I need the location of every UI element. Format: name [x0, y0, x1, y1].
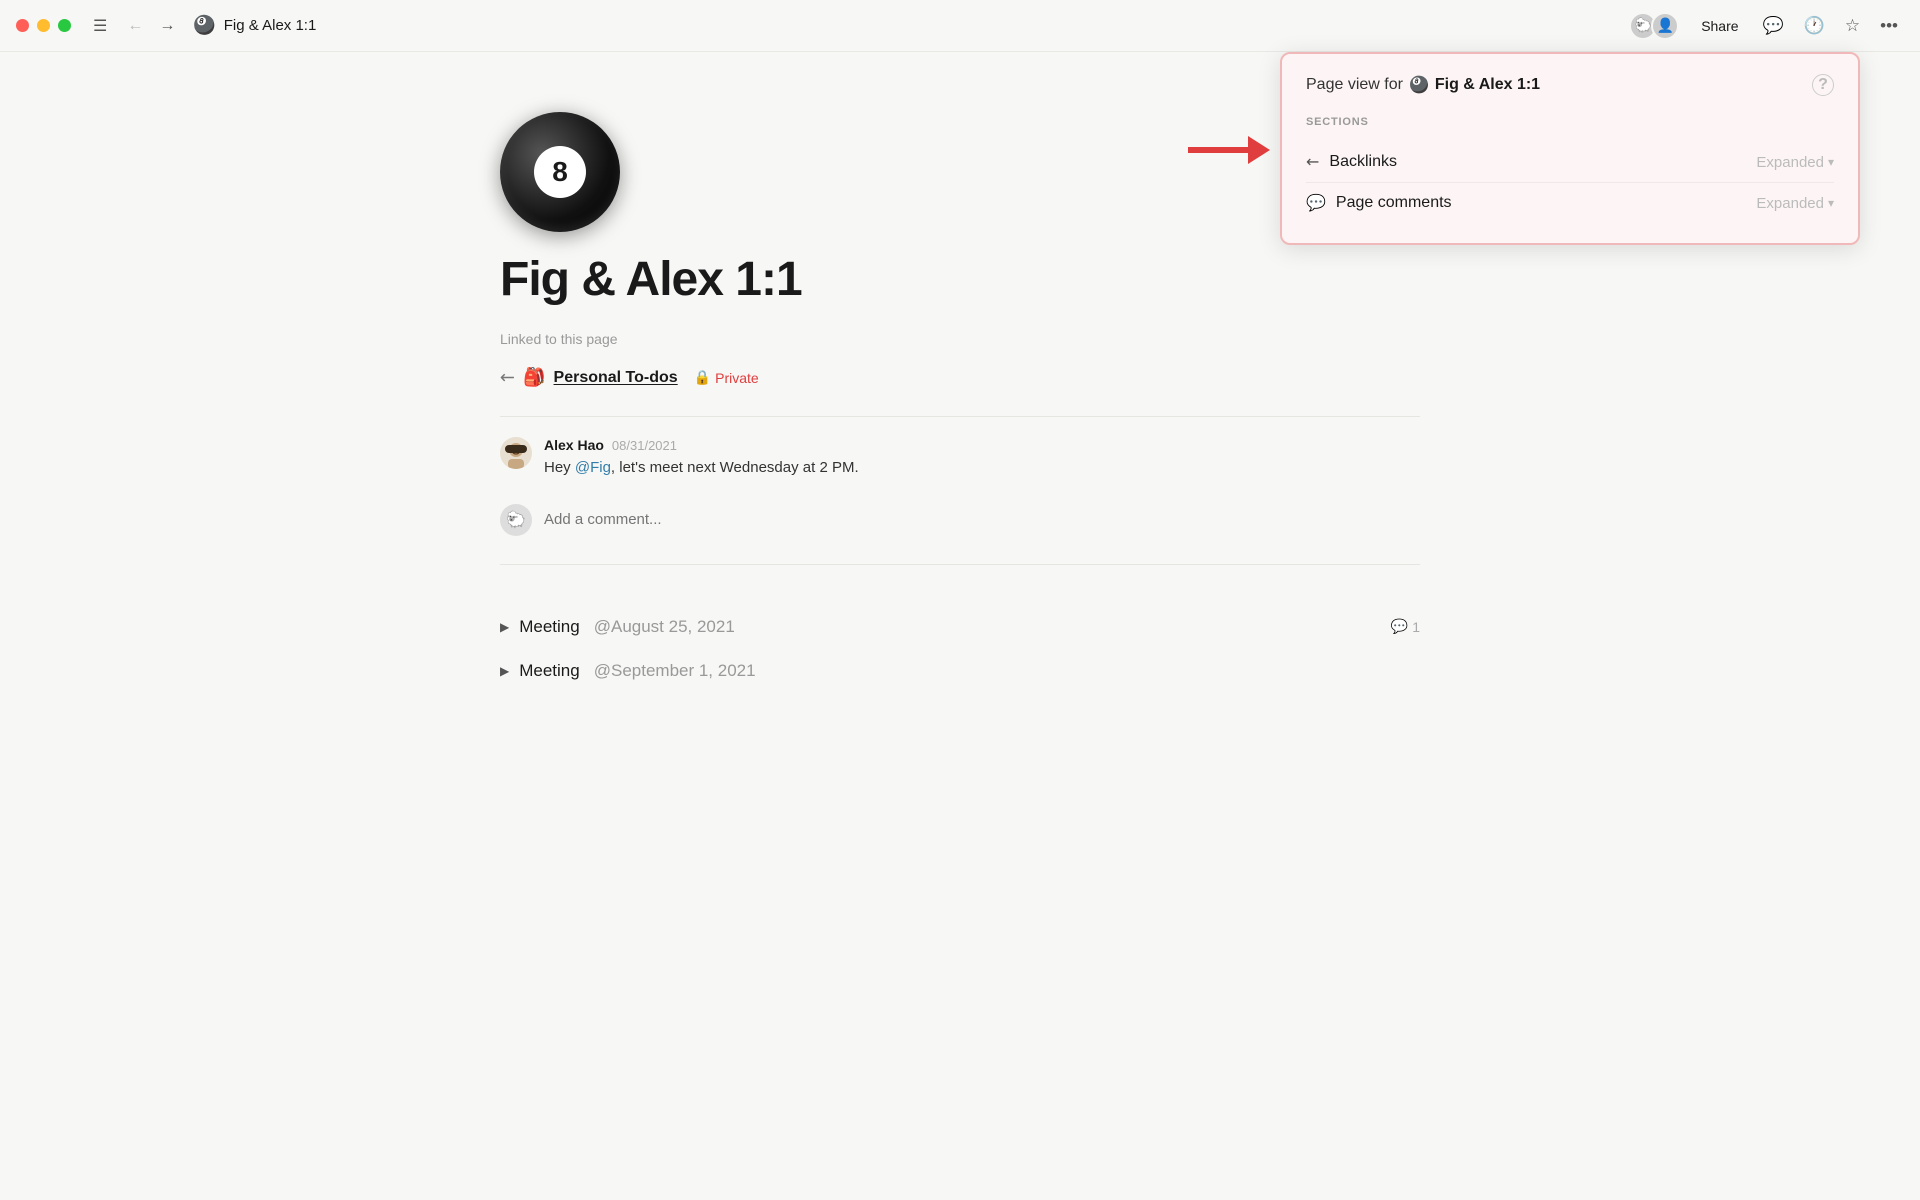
- meeting-item-1[interactable]: ▶ Meeting @August 25, 2021 💬 1: [500, 605, 1420, 649]
- billiard-circle: 8: [534, 146, 586, 198]
- meeting-left-1: ▶ Meeting @August 25, 2021: [500, 617, 735, 637]
- backlinks-state-selector[interactable]: Expanded ▾: [1756, 154, 1834, 171]
- add-comment-input[interactable]: [544, 511, 1420, 528]
- popover-title: Page view for 🎱 Fig & Alex 1:1: [1306, 75, 1540, 95]
- popover-page-name: Fig & Alex 1:1: [1435, 76, 1540, 94]
- minimize-button[interactable]: [37, 19, 50, 32]
- linked-items: ↗ 🎒 Personal To-dos 🔒 Private: [500, 359, 1420, 396]
- popover-header: Page view for 🎱 Fig & Alex 1:1 ?: [1306, 74, 1834, 96]
- private-badge: 🔒 Private: [694, 369, 759, 386]
- alex-avatar-image: [500, 437, 532, 469]
- linked-section-label: Linked to this page: [500, 331, 1420, 347]
- comment-item: Alex Hao 08/31/2021 Hey @Fig, let's meet…: [500, 437, 1420, 480]
- arrow-body: [1188, 136, 1270, 164]
- divider-2: [500, 564, 1420, 565]
- backlinks-chevron-icon: ▾: [1828, 155, 1834, 169]
- section-left-backlinks: ↗ Backlinks: [1306, 152, 1397, 172]
- collapse-icon-2: ▶: [500, 664, 509, 678]
- collapse-icon-1: ▶: [500, 620, 509, 634]
- section-row-backlinks: ↗ Backlinks Expanded ▾: [1306, 142, 1834, 182]
- billiard-ball-icon: 8: [500, 112, 620, 232]
- linked-item-name[interactable]: Personal To-dos: [554, 369, 678, 387]
- comment-count-1: 💬 1: [1391, 618, 1420, 635]
- arrow-line: [1188, 147, 1248, 153]
- page-emoji-icon: 🎱: [193, 15, 215, 36]
- page-comments-label: Page comments: [1336, 194, 1452, 212]
- meeting-name-2: Meeting: [519, 661, 579, 681]
- titlebar: ☰ ← → 🎱 Fig & Alex 1:1 🐑 👤 Share 💬 🕐 ☆ •…: [0, 0, 1920, 52]
- comment-text-after: , let's meet next Wednesday at 2 PM.: [611, 459, 859, 476]
- billiard-number: 8: [552, 156, 568, 188]
- meeting-date-1: @August 25, 2021: [594, 617, 735, 637]
- history-button[interactable]: 🕐: [1798, 12, 1831, 40]
- page-comments-chevron-icon: ▾: [1828, 196, 1834, 210]
- meeting-left-2: ▶ Meeting @September 1, 2021: [500, 661, 756, 681]
- meeting-date-2: @September 1, 2021: [594, 661, 756, 681]
- comment-header: Alex Hao 08/31/2021: [544, 437, 859, 453]
- menu-button[interactable]: ☰: [87, 12, 113, 40]
- backlink-icon: ↗: [495, 365, 521, 391]
- titlebar-right: 🐑 👤 Share 💬 🕐 ☆ •••: [1629, 12, 1904, 40]
- nav-buttons: ← →: [121, 13, 181, 39]
- more-button[interactable]: •••: [1874, 12, 1904, 40]
- backlinks-state: Expanded: [1756, 154, 1824, 171]
- traffic-lights: [16, 19, 71, 32]
- page-title-area: 🎱 Fig & Alex 1:1: [193, 15, 1629, 36]
- comment-body: Alex Hao 08/31/2021 Hey @Fig, let's meet…: [544, 437, 859, 480]
- page-title: Fig & Alex 1:1: [224, 17, 317, 34]
- comment-text-before: Hey: [544, 459, 575, 476]
- lock-icon: 🔒: [694, 369, 711, 386]
- page-heading: Fig & Alex 1:1: [500, 252, 1420, 307]
- page-icon: 8: [500, 112, 620, 232]
- comment-button[interactable]: 💬: [1757, 12, 1790, 40]
- linked-item-emoji: 🎒: [523, 367, 545, 388]
- popover-page-emoji: 🎱: [1409, 75, 1429, 95]
- help-button[interactable]: ?: [1812, 74, 1834, 96]
- comment-text: Hey @Fig, let's meet next Wednesday at 2…: [544, 457, 859, 480]
- collaborator-avatars: 🐑 👤: [1629, 12, 1679, 40]
- meeting-name-1: Meeting: [519, 617, 579, 637]
- commenter-avatar: [500, 437, 532, 469]
- backlinks-icon: ↗: [1301, 150, 1325, 174]
- popover-title-prefix: Page view for: [1306, 76, 1403, 94]
- divider-1: [500, 416, 1420, 417]
- sections-label: SECTIONS: [1306, 116, 1834, 128]
- page-comments-icon: 💬: [1306, 193, 1326, 213]
- comment-number-1: 1: [1412, 619, 1420, 635]
- comment-icon-1: 💬: [1391, 618, 1408, 635]
- red-arrow: [1188, 136, 1270, 164]
- share-button[interactable]: Share: [1691, 14, 1748, 38]
- comment-mention[interactable]: @Fig: [575, 459, 611, 476]
- avatar-2: 👤: [1651, 12, 1679, 40]
- page-view-popover: Page view for 🎱 Fig & Alex 1:1 ? SECTION…: [1280, 52, 1860, 245]
- section-row-comments: 💬 Page comments Expanded ▾: [1306, 182, 1834, 223]
- page-comments-state: Expanded: [1756, 195, 1824, 212]
- forward-button[interactable]: →: [153, 13, 181, 39]
- section-left-comments: 💬 Page comments: [1306, 193, 1452, 213]
- arrow-head: [1248, 136, 1270, 164]
- favorite-button[interactable]: ☆: [1839, 12, 1866, 40]
- meeting-list: ▶ Meeting @August 25, 2021 💬 1 ▶ Meeting…: [500, 605, 1420, 693]
- close-button[interactable]: [16, 19, 29, 32]
- add-comment-avatar: 🐑: [500, 504, 532, 536]
- commenter-name: Alex Hao: [544, 437, 604, 453]
- page-comments-state-selector[interactable]: Expanded ▾: [1756, 195, 1834, 212]
- backlinks-label: Backlinks: [1329, 153, 1397, 171]
- maximize-button[interactable]: [58, 19, 71, 32]
- meeting-item-2[interactable]: ▶ Meeting @September 1, 2021: [500, 649, 1420, 693]
- back-button[interactable]: ←: [121, 13, 149, 39]
- comment-date: 08/31/2021: [612, 438, 677, 453]
- add-comment-row: 🐑: [500, 496, 1420, 544]
